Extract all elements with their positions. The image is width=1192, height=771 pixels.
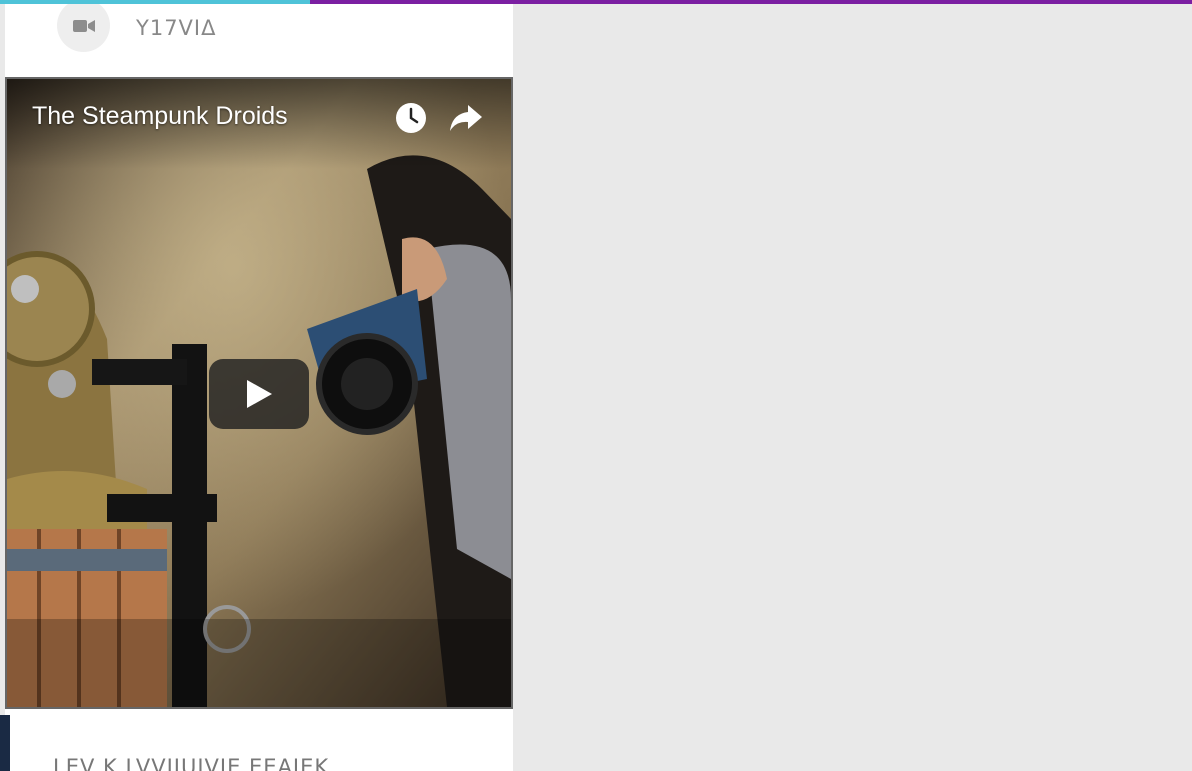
- clock-icon: [396, 103, 426, 133]
- video-title[interactable]: The Steampunk Droids: [32, 102, 288, 131]
- play-button[interactable]: [209, 359, 309, 429]
- video-camera-icon: [72, 19, 95, 32]
- watch-later-button[interactable]: [394, 101, 428, 135]
- post-card: Y17VIΔ The Steampunk Droids LEV K LVVIJU…: [5, 4, 513, 771]
- card-header: Y17VIΔ: [5, 4, 513, 78]
- edge-thumbnail[interactable]: [0, 715, 10, 771]
- share-button[interactable]: [448, 101, 484, 135]
- footer-text: LEV K LVVIJUIVIE EEAIEK: [53, 755, 330, 771]
- video-player[interactable]: The Steampunk Droids: [5, 77, 513, 709]
- card-footer: LEV K LVVIJUIVIE EEAIEK: [5, 709, 513, 771]
- avatar: [57, 4, 110, 52]
- play-icon: [247, 380, 272, 408]
- header-label: Y17VIΔ: [136, 16, 217, 40]
- share-arrow-icon: [450, 105, 482, 131]
